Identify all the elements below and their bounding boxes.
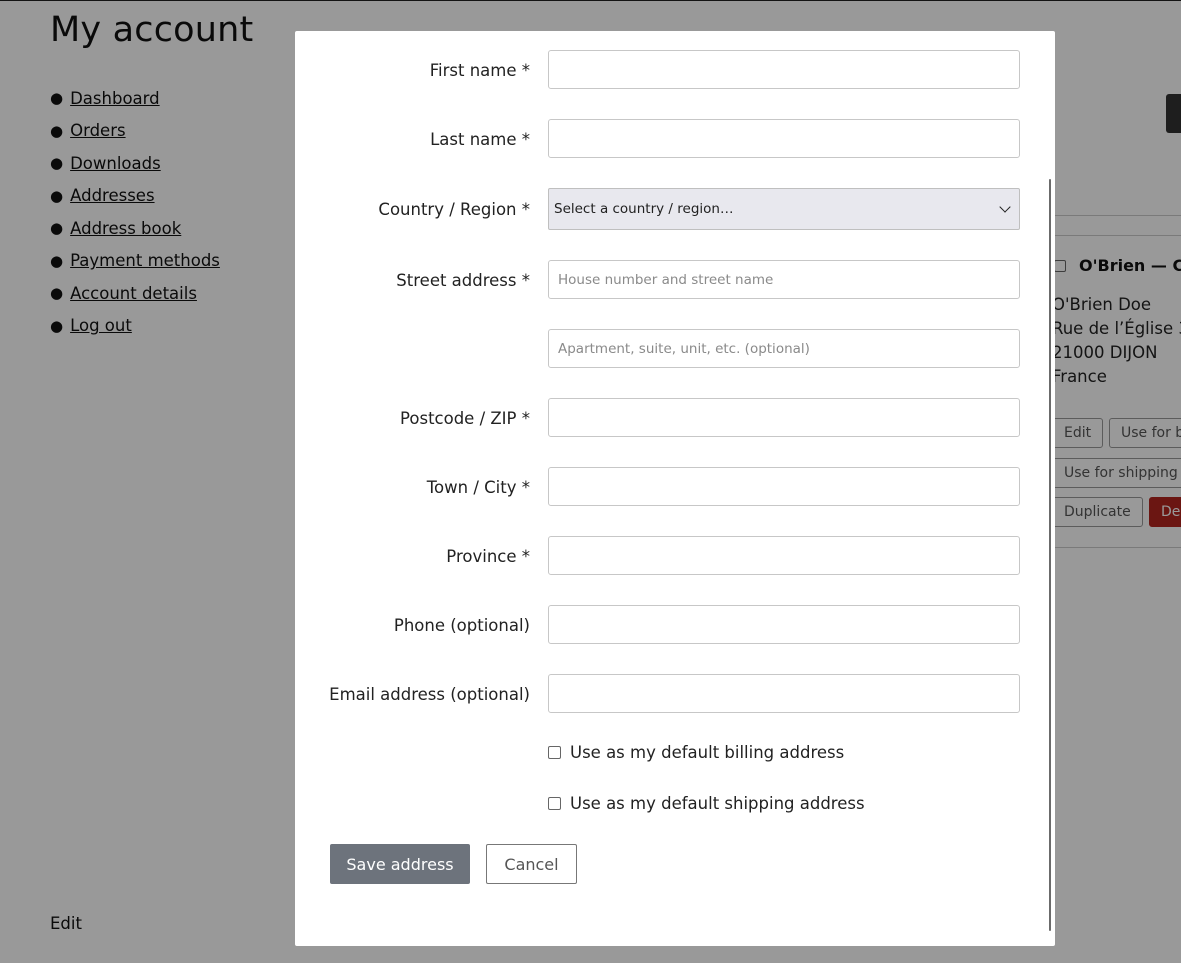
- first-name-row: First name *: [295, 50, 1055, 90]
- phone-label: Phone (optional): [393, 615, 530, 635]
- first-name-label: First name *: [429, 60, 530, 80]
- street-address-line1-input[interactable]: [548, 260, 1020, 299]
- street-address-row: Street address *: [295, 260, 1055, 300]
- default-billing-label: Use as my default billing address: [570, 743, 845, 762]
- last-name-input[interactable]: [548, 119, 1020, 158]
- cancel-button[interactable]: Cancel: [486, 844, 577, 884]
- city-input[interactable]: [548, 467, 1020, 506]
- country-select-value: Select a country / region…: [554, 201, 734, 217]
- last-name-label: Last name *: [430, 129, 530, 149]
- country-label: Country / Region *: [378, 199, 530, 219]
- postcode-input[interactable]: [548, 398, 1020, 437]
- country-row: Country / Region * Select a country / re…: [295, 188, 1055, 230]
- postcode-row: Postcode / ZIP *: [295, 398, 1055, 438]
- city-label: Town / City *: [426, 477, 530, 497]
- address-form-modal: First name * Last name * Country / Regio…: [295, 31, 1055, 946]
- default-shipping-checkbox[interactable]: [548, 797, 561, 810]
- default-billing-option[interactable]: Use as my default billing address: [548, 743, 844, 762]
- street-address-line2-input[interactable]: [548, 329, 1020, 368]
- last-name-row: Last name *: [295, 119, 1055, 159]
- default-shipping-option[interactable]: Use as my default shipping address: [548, 794, 865, 813]
- save-address-button[interactable]: Save address: [330, 844, 470, 884]
- first-name-input[interactable]: [548, 50, 1020, 89]
- default-shipping-label: Use as my default shipping address: [570, 794, 865, 813]
- postcode-label: Postcode / ZIP *: [400, 408, 530, 428]
- country-select[interactable]: Select a country / region…: [548, 188, 1020, 230]
- email-label: Email address (optional): [329, 684, 530, 704]
- province-row: Province *: [295, 536, 1055, 576]
- street-address-label: Street address *: [396, 270, 530, 290]
- email-row: Email address (optional): [295, 674, 1055, 714]
- province-label: Province *: [446, 546, 530, 566]
- city-row: Town / City *: [295, 467, 1055, 507]
- province-input[interactable]: [548, 536, 1020, 575]
- phone-input[interactable]: [548, 605, 1020, 644]
- default-billing-checkbox[interactable]: [548, 746, 561, 759]
- phone-row: Phone (optional): [295, 605, 1055, 645]
- street-address-line2-row: [295, 329, 1055, 369]
- email-input[interactable]: [548, 674, 1020, 713]
- chevron-down-icon: [999, 201, 1011, 213]
